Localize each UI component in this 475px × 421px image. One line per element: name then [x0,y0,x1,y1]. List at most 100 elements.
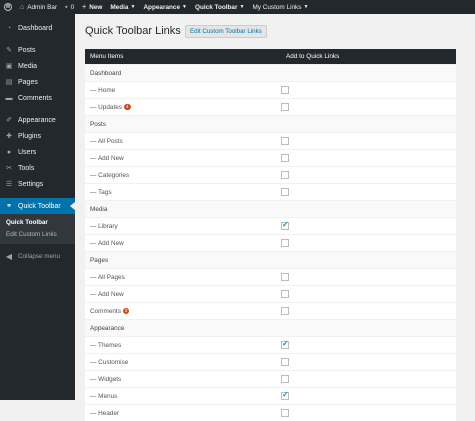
sidebar-item-media[interactable]: ▣ Media [0,58,75,74]
table-row: — Categories [85,167,456,184]
column-header-menu-items: Menu Items [85,49,281,65]
site-name[interactable]: Admin Bar [27,4,57,11]
media-menu[interactable]: Media ▼ [106,0,139,14]
wrench-icon: ✂ [4,164,14,172]
new-content-menu[interactable]: + New [78,0,106,14]
checkbox-cell [281,388,456,405]
add-to-quick-links-checkbox[interactable] [281,239,289,247]
add-to-quick-links-checkbox[interactable] [281,375,289,383]
add-to-quick-links-checkbox[interactable] [281,222,289,230]
quick-toolbar-submenu: Quick Toolbar Edit Custom Links [0,214,75,244]
section-label: Pages [85,252,456,269]
menu-item-label: — All Posts [90,138,123,145]
add-to-quick-links-checkbox[interactable] [281,154,289,162]
table-row: — Library [85,218,456,235]
site-name-menu[interactable]: ⌂ Admin Bar [16,0,61,14]
add-to-quick-links-checkbox[interactable] [281,273,289,281]
table-body: Dashboard— Home— Updates4Posts— All Post… [85,65,456,421]
checkbox-cell [281,167,456,184]
table-section-row: Posts [85,116,456,133]
sidebar-item-appearance[interactable]: ✐ Appearance [0,112,75,128]
submenu-item-edit-custom-links[interactable]: Edit Custom Links [0,229,75,241]
menu-item-label: — Widgets [90,376,121,383]
sidebar-item-tools[interactable]: ✂ Tools [0,160,75,176]
add-to-quick-links-checkbox[interactable] [281,341,289,349]
user-icon: ● [4,149,14,156]
add-to-quick-links-checkbox[interactable] [281,171,289,179]
media-icon: ▣ [4,62,14,70]
count-badge: 4 [124,104,131,110]
custom-links-menu[interactable]: My Custom Links ▼ [248,0,312,14]
menu-item-label: — Customise [90,359,128,366]
add-to-quick-links-checkbox[interactable] [281,358,289,366]
checkbox-cell [281,133,456,150]
add-to-quick-links-checkbox[interactable] [281,290,289,298]
sidebar-item-settings[interactable]: ☰ Settings [0,176,75,192]
table-header-row: Menu Items Add to Quick Links [85,49,456,65]
add-to-quick-links-checkbox[interactable] [281,103,289,111]
count-badge: 0 [123,308,130,314]
sidebar-item-posts[interactable]: ✎ Posts [0,42,75,58]
caret-down-icon: ▼ [130,4,135,10]
add-to-quick-links-checkbox[interactable] [281,188,289,196]
collapse-menu-button[interactable]: ◀ Collapse menu [0,248,75,264]
page-icon: ▤ [4,78,14,86]
comments-menu[interactable]: ▪ 0 [61,0,78,14]
add-to-quick-links-checkbox[interactable] [281,137,289,145]
checkbox-cell [281,235,456,252]
caret-down-icon: ▼ [303,4,308,10]
dashboard-icon: ◔ [4,25,14,32]
sidebar-item-quick-toolbar[interactable]: ⚭ Quick Toolbar [0,198,75,214]
appearance-menu[interactable]: Appearance ▼ [139,0,191,14]
checkbox-cell [281,82,456,99]
sidebar-item-users[interactable]: ● Users [0,144,75,160]
pushpin-icon: ✎ [4,46,14,54]
table-row: — Add New [85,286,456,303]
submenu-item-quick-toolbar[interactable]: Quick Toolbar [0,217,75,229]
checkbox-cell [281,99,456,116]
section-label: Media [85,201,456,218]
sidebar-item-plugins[interactable]: ✚ Plugins [0,128,75,144]
quick-toolbar-menu[interactable]: Quick Toolbar ▼ [191,0,248,14]
checkbox-cell [281,184,456,201]
collapse-arrow-icon: ◀ [4,252,14,261]
link-icon: ⚭ [4,202,14,210]
add-to-quick-links-checkbox[interactable] [281,307,289,315]
admin-sidebar: ◔ Dashboard ✎ Posts ▣ Media ▤ Pages ▬ Co… [0,14,75,400]
table-row: — All Posts [85,133,456,150]
menu-item-label: — Tags [90,189,112,196]
edit-custom-links-button[interactable]: Edit Custom Toolbar Links [185,25,267,38]
add-to-quick-links-checkbox[interactable] [281,409,289,417]
table-row: — Widgets [85,371,456,388]
sidebar-item-comments[interactable]: ▬ Comments [0,90,75,106]
appearance-label: Appearance [143,4,180,11]
sidebar-item-label: Users [18,149,36,156]
wp-logo-menu[interactable]: W [0,0,16,14]
table-row: — Customise [85,354,456,371]
table-row: — Updates4 [85,99,456,116]
brush-icon: ✐ [4,116,14,124]
checkbox-cell [281,354,456,371]
add-to-quick-links-checkbox[interactable] [281,392,289,400]
menu-item-cell: — All Posts [85,133,281,150]
sidebar-item-label: Settings [18,181,43,188]
wordpress-logo-icon[interactable]: W [4,3,12,11]
sliders-icon: ☰ [4,180,14,188]
sidebar-item-label: Comments [18,95,52,102]
menu-item-label: — Home [90,87,115,94]
menu-item-cell: Comments0 [85,303,281,320]
plus-icon: + [82,4,86,11]
sidebar-item-dashboard[interactable]: ◔ Dashboard [0,20,75,36]
menu-item-cell: — Themes [85,337,281,354]
table-section-row: Pages [85,252,456,269]
section-label: Appearance [85,320,456,337]
menu-item-cell: — Header [85,405,281,421]
sidebar-item-label: Pages [18,79,38,86]
table-row: — Menus [85,388,456,405]
sidebar-item-label: Media [18,63,37,70]
add-to-quick-links-checkbox[interactable] [281,86,289,94]
sidebar-item-pages[interactable]: ▤ Pages [0,74,75,90]
menu-item-cell: — Add New [85,235,281,252]
table-section-row: Media [85,201,456,218]
menu-item-label: Comments [90,308,121,315]
